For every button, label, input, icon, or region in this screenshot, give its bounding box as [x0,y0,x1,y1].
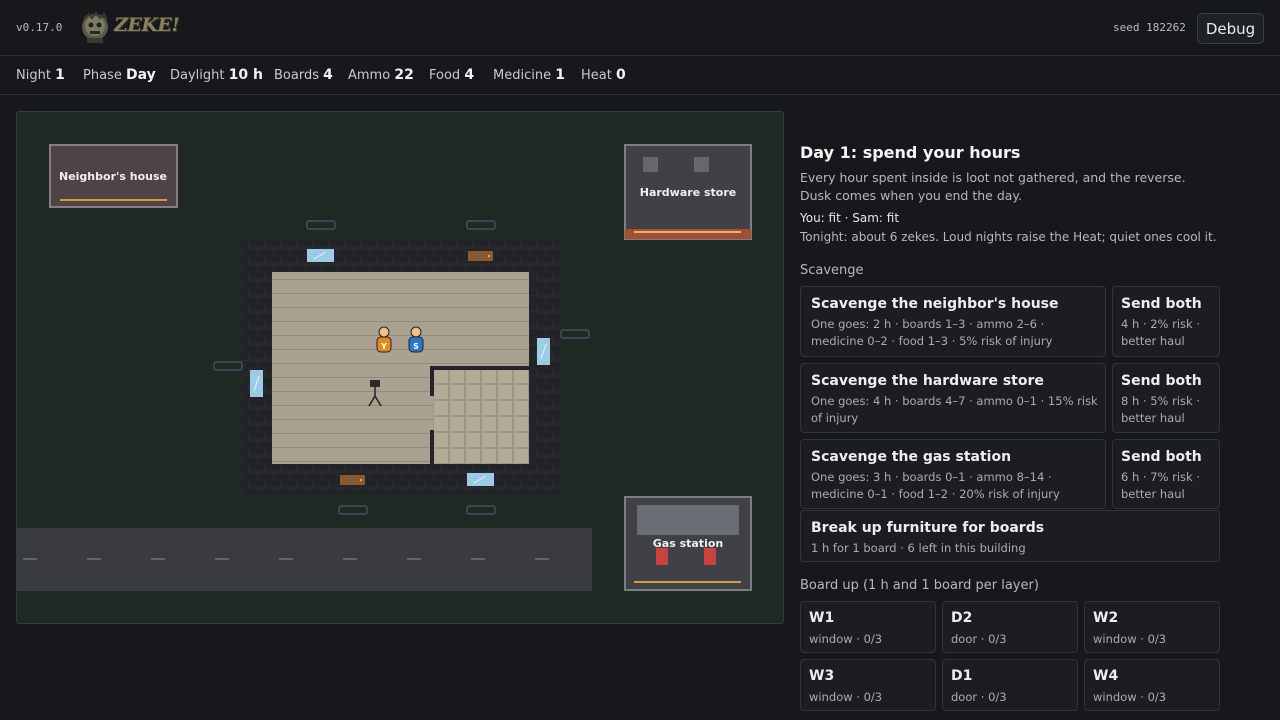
scavenge-gas-station-button[interactable]: Scavenge the gas station One goes: 3 h ·… [800,439,1106,509]
board-up-heading: Board up (1 h and 1 board per layer) [800,578,1039,593]
hardware-store[interactable]: Hardware store [624,144,752,240]
player-you[interactable]: Y [376,326,392,353]
neighbor-house[interactable]: Neighbor's house [49,144,178,208]
board-up-d1-button[interactable]: D1 door · 0/3 [942,659,1078,711]
board-up-w3-button[interactable]: W3 window · 0/3 [800,659,936,711]
send-both-neighbor-button[interactable]: Send both 4 h · 2% risk · better haul [1112,286,1220,357]
player-house[interactable] [241,240,561,495]
version-label: v0.17.0 [16,21,63,34]
stat-night: Night 1 [16,67,65,83]
top-bar: v0.17.0 ZEKE! seed 182262 Debug [0,0,1280,56]
player-sam[interactable]: S [408,326,424,353]
scavenge-heading: Scavenge [800,263,864,278]
stat-food: Food 4 [429,67,475,83]
stats-bar: Night 1 Phase Day Daylight 10 h Boards 4… [0,57,1280,95]
zombie-logo-icon [78,11,112,45]
survivor-status: You: fit · Sam: fit [800,211,900,225]
intro-text: Every hour spent inside is loot not gath… [800,170,1186,203]
break-furniture-button[interactable]: Break up furniture for boards 1 h for 1 … [800,510,1220,562]
gas-station[interactable]: Gas station [624,496,752,591]
stat-heat: Heat 0 [581,67,626,83]
board-up-w4-button[interactable]: W4 window · 0/3 [1084,659,1220,711]
stat-medicine: Medicine 1 [493,67,565,83]
seed-label: seed 182262 [1113,21,1186,34]
board-up-w2-button[interactable]: W2 window · 0/3 [1084,601,1220,653]
action-panel: Day 1: spend your hours Every hour spent… [800,111,1220,720]
send-both-gas-station-button[interactable]: Send both 6 h · 7% risk · better haul [1112,439,1220,509]
stat-daylight: Daylight 10 h [170,67,263,83]
hardware-store-label: Hardware store [640,186,736,199]
stat-phase: Phase Day [83,67,156,83]
scavenge-neighbor-button[interactable]: Scavenge the neighbor's house One goes: … [800,286,1106,357]
debug-button[interactable]: Debug [1197,13,1264,44]
board-up-w1-button[interactable]: W1 window · 0/3 [800,601,936,653]
game-map[interactable]: Neighbor's house Hardware store Gas stat… [16,111,784,624]
svg-text:S: S [413,342,419,351]
tonight-forecast: Tonight: about 6 zekes. Loud nights rais… [800,230,1217,244]
scavenge-hardware-button[interactable]: Scavenge the hardware store One goes: 4 … [800,363,1106,433]
stat-boards: Boards 4 [274,67,333,83]
stat-ammo: Ammo 22 [348,67,414,83]
send-both-hardware-button[interactable]: Send both 8 h · 5% risk · better haul [1112,363,1220,433]
game-logo: ZEKE! [114,14,180,36]
neighbor-house-label: Neighbor's house [59,170,167,183]
board-up-d2-button[interactable]: D2 door · 0/3 [942,601,1078,653]
day-title: Day 1: spend your hours [800,143,1021,162]
svg-text:Y: Y [380,342,387,351]
road [17,528,592,591]
